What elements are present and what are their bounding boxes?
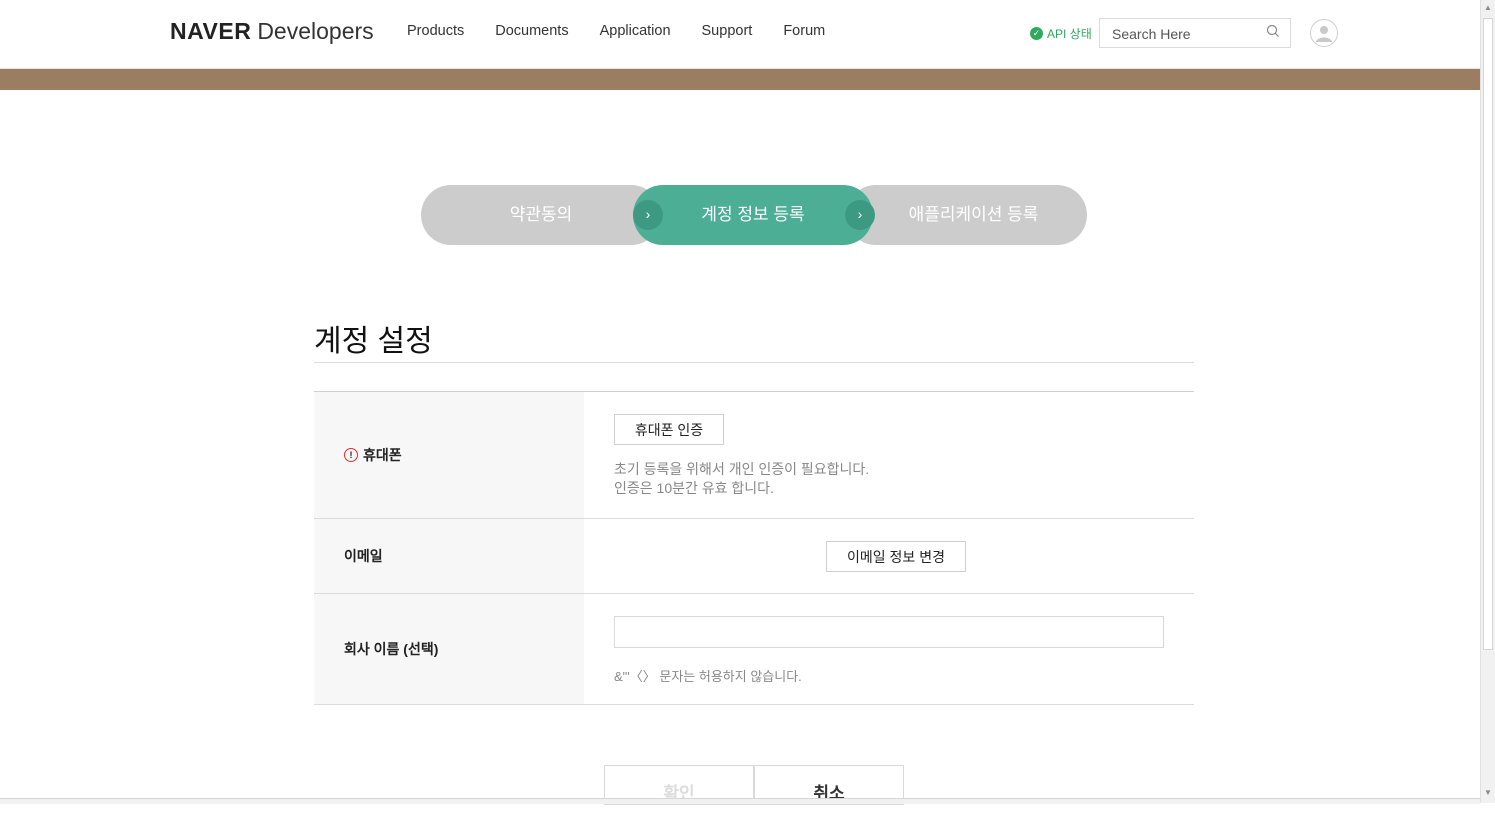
phone-row: ! 휴대폰 휴대폰 인증 초기 등록을 위해서 개인 인증이 필요합니다. 인증…: [314, 392, 1194, 519]
scrollbar-thumb[interactable]: [1483, 18, 1493, 650]
user-avatar-button[interactable]: [1310, 19, 1338, 47]
nav-application[interactable]: Application: [600, 23, 671, 39]
horizontal-scrollbar[interactable]: [0, 798, 1480, 804]
search-icon[interactable]: [1266, 24, 1280, 38]
phone-help-line2: 인증은 10분간 유효 합니다.: [614, 480, 774, 496]
check-circle-icon: ✓: [1030, 27, 1043, 40]
email-row: 이메일 이메일 정보 변경: [314, 519, 1194, 594]
phone-help-line1: 초기 등록을 위해서 개인 인증이 필요합니다.: [614, 461, 870, 477]
phone-content: 휴대폰 인증 초기 등록을 위해서 개인 인증이 필요합니다. 인증은 10분간…: [584, 392, 1194, 518]
main-nav: Products Documents Application Support F…: [407, 23, 856, 39]
company-help-text: &"'〈〉 문자는 허용하지 않습니다.: [614, 669, 802, 684]
nav-forum[interactable]: Forum: [783, 23, 825, 39]
company-label: 회사 이름 (선택): [314, 594, 584, 704]
chevron-right-icon: ›: [633, 200, 663, 230]
search-box: [1099, 18, 1291, 48]
api-status-link[interactable]: ✓ API 상태: [1030, 25, 1092, 42]
title-divider: [314, 362, 1194, 363]
nav-products[interactable]: Products: [407, 23, 464, 39]
nav-documents[interactable]: Documents: [495, 23, 568, 39]
email-change-button[interactable]: 이메일 정보 변경: [826, 541, 966, 572]
logo-bold-text: NAVER: [170, 18, 252, 44]
naver-developers-logo[interactable]: NAVER Developers: [170, 18, 374, 45]
chevron-right-icon: ›: [845, 200, 875, 230]
search-input[interactable]: [1110, 20, 1264, 48]
nav-support[interactable]: Support: [702, 23, 753, 39]
email-label: 이메일: [314, 519, 584, 593]
user-icon: [1316, 26, 1332, 42]
account-settings-form: ! 휴대폰 휴대폰 인증 초기 등록을 위해서 개인 인증이 필요합니다. 인증…: [314, 391, 1194, 705]
header-banner: [0, 69, 1480, 90]
api-status-label: API 상태: [1047, 27, 1092, 41]
company-name-input[interactable]: [614, 616, 1164, 648]
scroll-down-arrow-icon[interactable]: ▼: [1484, 788, 1492, 797]
phone-label-text: 휴대폰: [363, 447, 402, 463]
required-alert-icon: !: [344, 448, 358, 462]
scroll-up-arrow-icon[interactable]: ▲: [1484, 3, 1492, 12]
vertical-scrollbar[interactable]: ▲ ▼: [1480, 0, 1495, 803]
top-header: NAVER Developers Products Documents Appli…: [0, 0, 1480, 69]
phone-help-text: 초기 등록을 위해서 개인 인증이 필요합니다. 인증은 10분간 유효 합니다…: [614, 460, 869, 498]
page-title: 계정 설정: [314, 325, 433, 358]
phone-label: ! 휴대폰: [314, 392, 584, 518]
step-terms-agreement: 약관동의: [421, 185, 661, 245]
company-row: 회사 이름 (선택) &"'〈〉 문자는 허용하지 않습니다.: [314, 594, 1194, 705]
step-account-info: 계정 정보 등록: [633, 185, 873, 245]
logo-light-text: Developers: [257, 18, 374, 44]
step-app-registration: 애플리케이션 등록: [846, 185, 1087, 245]
phone-verify-button[interactable]: 휴대폰 인증: [614, 414, 724, 445]
email-content: 이메일 정보 변경: [584, 519, 1194, 593]
company-content: &"'〈〉 문자는 허용하지 않습니다.: [584, 594, 1194, 704]
